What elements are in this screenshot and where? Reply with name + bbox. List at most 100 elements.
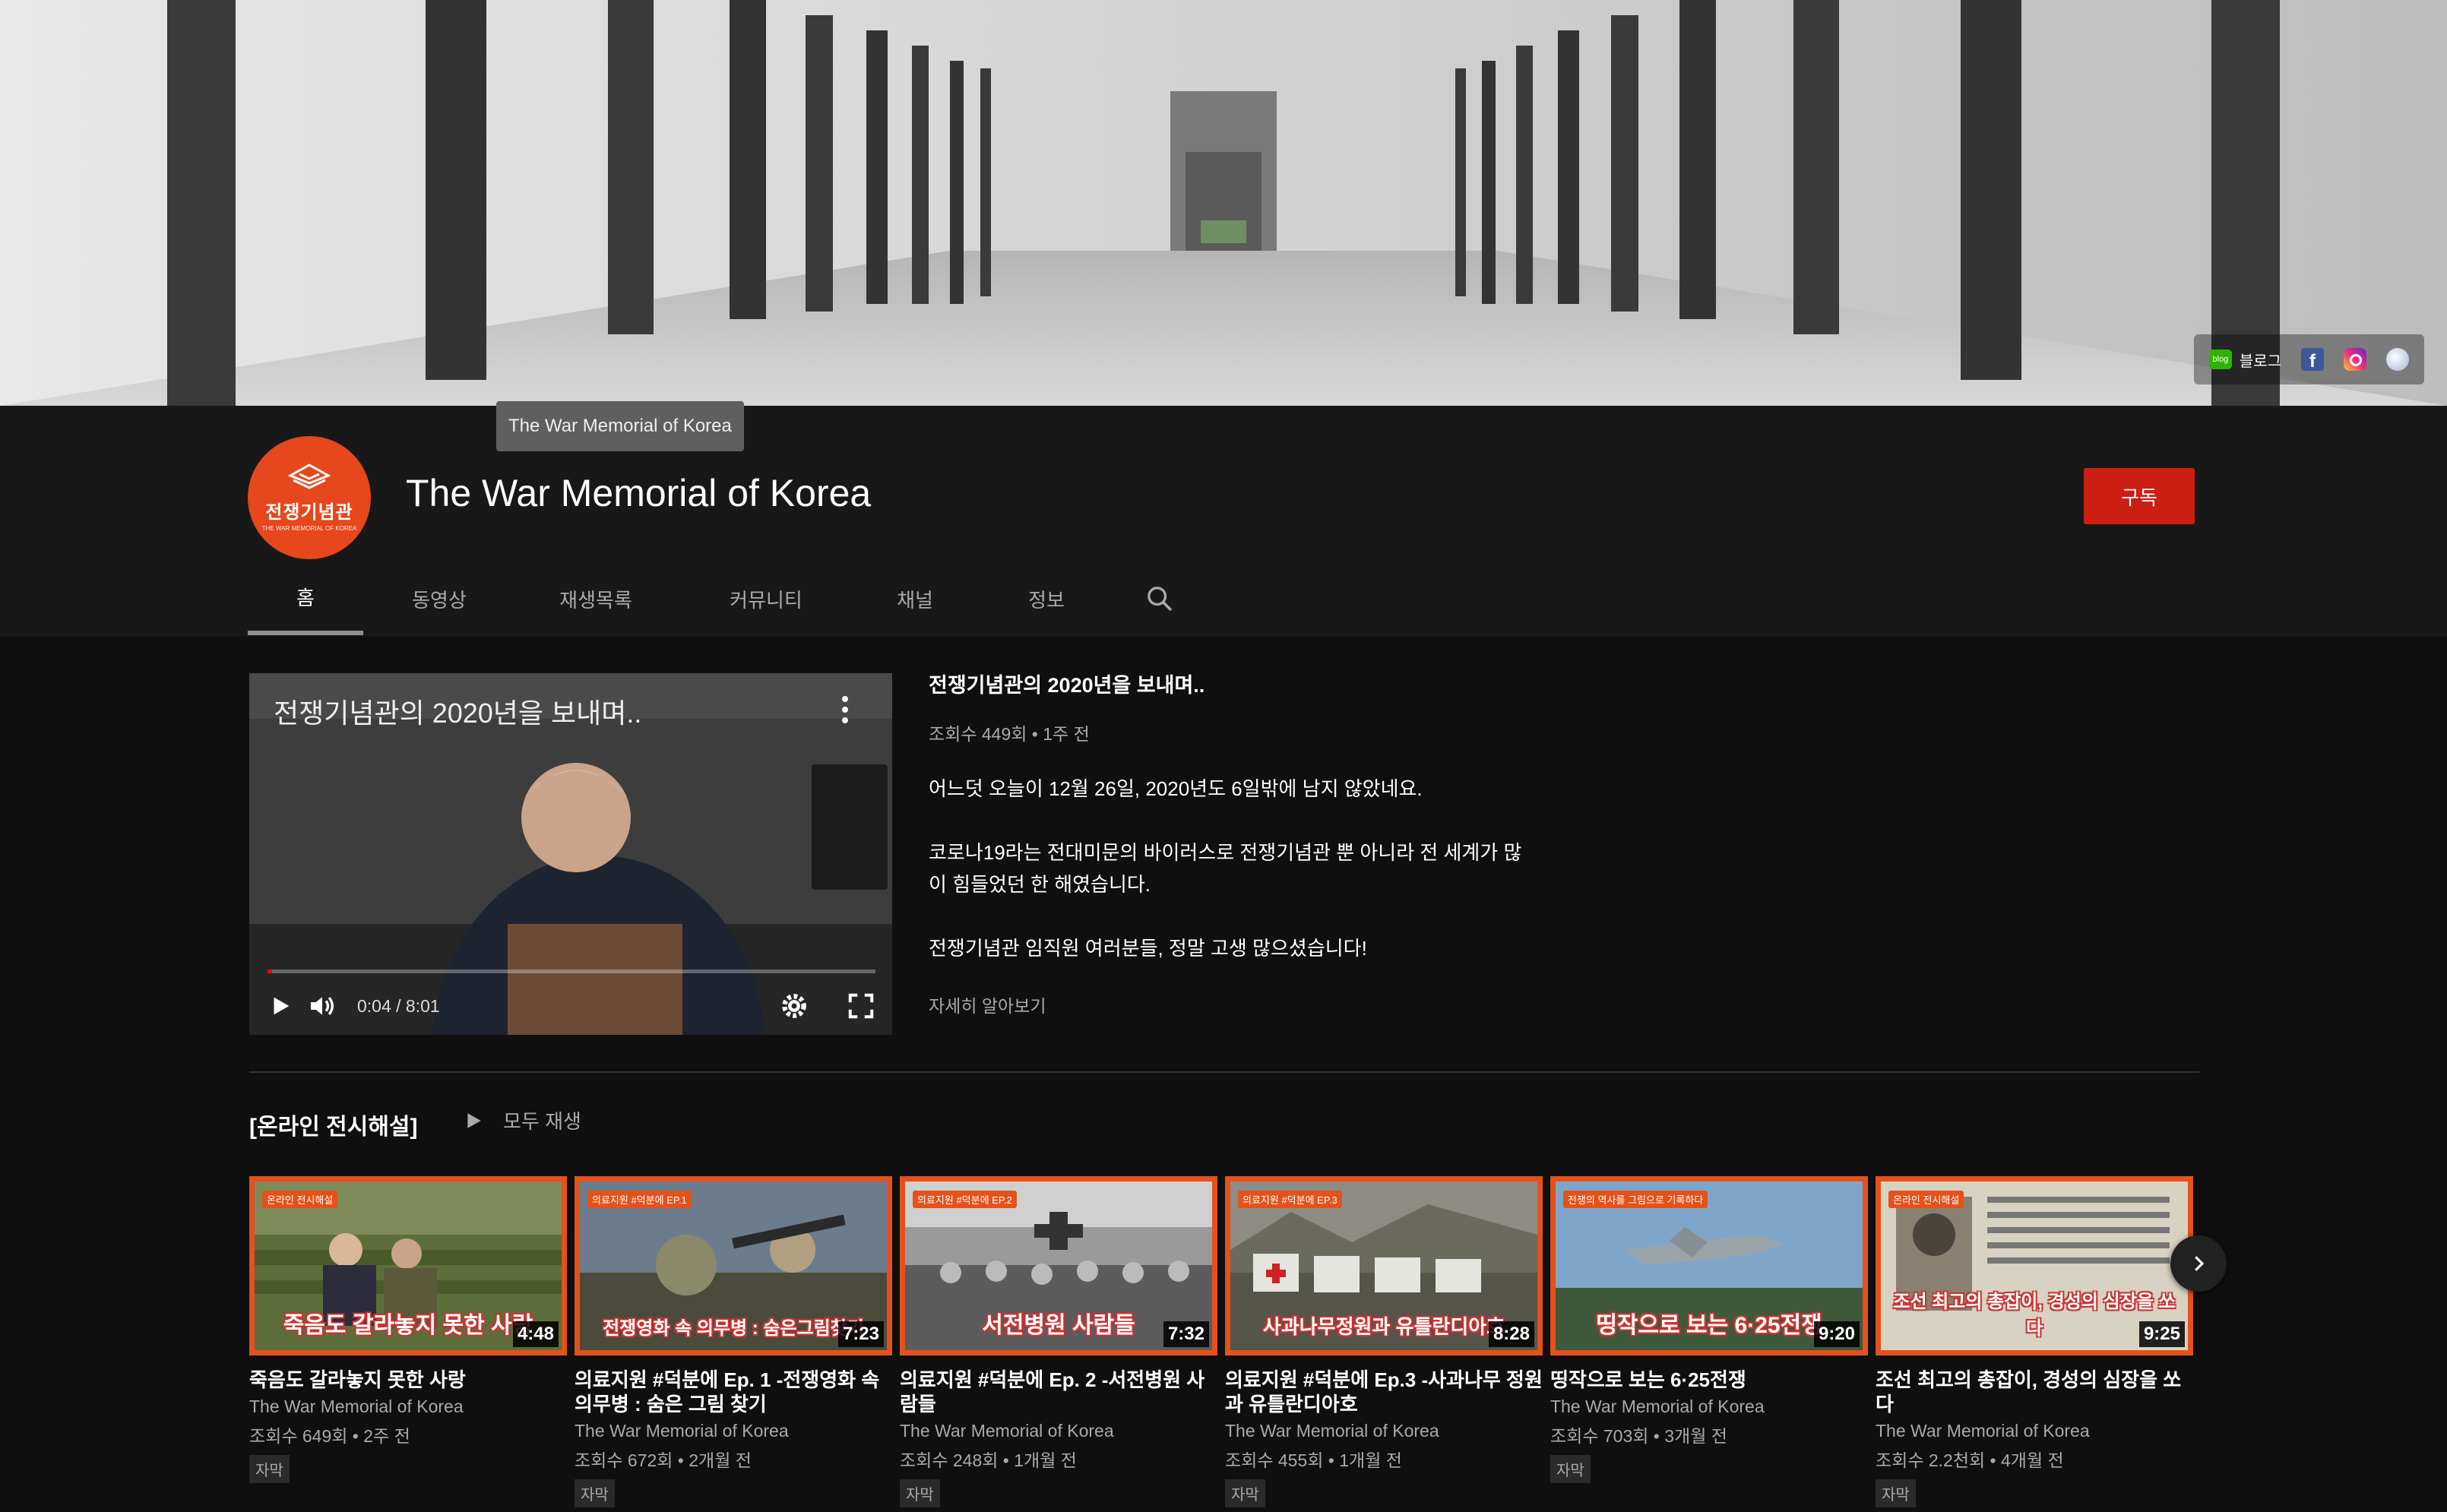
video-title[interactable]: 의료지원 #덕분에 Ep. 1 -전쟁영화 속 의무병 : 숨은 그림 찾기 [575, 1368, 892, 1416]
player-controls: 0:04 / 8:01 [267, 985, 875, 1027]
thumbnail-headline: 띵작으로 보는 6·25전쟁 [1596, 1313, 1822, 1338]
video-card[interactable]: 의료지원 #덕분에 EP.2 서전병원 사람들 7:32 의료지원 #덕분에 E… [900, 1176, 1217, 1507]
channel-tabs: 홈 동영상 재생목록 커뮤니티 채널 정보 [248, 562, 1182, 635]
video-duration: 9:20 [1813, 1321, 1860, 1347]
video-card[interactable]: 의료지원 #덕분에 EP.3 사과나무정원과 유틀란디아호 8:28 의료지원 … [1225, 1176, 1543, 1507]
tab-about[interactable]: 정보 [974, 562, 1119, 635]
featured-video-description: 어느덧 오늘이 12월 26일, 2020년도 6일밖에 남지 않았네요. 코로… [929, 777, 1522, 960]
tab-channels[interactable]: 채널 [856, 562, 974, 635]
subscribe-button[interactable]: 구독 [2084, 468, 2195, 524]
video-title[interactable]: 의료지원 #덕분에 Ep. 2 -서전병원 사람들 [900, 1368, 1217, 1416]
tab-search[interactable] [1137, 562, 1182, 635]
video-duration: 7:32 [1163, 1321, 1209, 1347]
video-meta: 조회수 248회 • 1개월 전 [900, 1450, 1077, 1470]
search-icon [1148, 587, 1173, 612]
video-meta: 조회수 2.2천회 • 4개월 전 [1876, 1450, 2064, 1470]
video-card[interactable]: 의료지원 #덕분에 EP.1 전쟁영화 속 의무병 : 숨은그림찾기 7:23 … [575, 1176, 892, 1507]
thumbnail-headline: 서전병원 사람들 [982, 1313, 1135, 1338]
tab-community[interactable]: 커뮤니티 [676, 562, 856, 635]
thumbnail-headline: 조선 최고의 총잡이, 경성의 심장을 쏘다 [1893, 1292, 2176, 1339]
video-thumbnail[interactable]: 의료지원 #덕분에 EP.3 사과나무정원과 유틀란디아호 8:28 [1225, 1176, 1543, 1355]
banner-links: blog 블로그 f [2193, 334, 2424, 384]
thumbnail-tag: 의료지원 #덕분에 EP.2 [913, 1191, 1017, 1208]
video-channel[interactable]: The War Memorial of Korea [575, 1421, 892, 1441]
caption-badge: 자막 [1550, 1455, 1591, 1483]
player-progress-bar[interactable] [267, 970, 875, 973]
play-all-button[interactable]: 모두 재생 [464, 1106, 581, 1134]
caption-badge: 자막 [249, 1455, 290, 1483]
fullscreen-icon[interactable] [847, 992, 875, 1020]
caption-badge: 자막 [575, 1479, 615, 1507]
facebook-icon[interactable]: f [2301, 348, 2324, 371]
video-duration: 8:28 [1488, 1321, 1534, 1347]
video-title[interactable]: 죽음도 갈라놓지 못한 사랑 [249, 1368, 567, 1392]
caption-badge: 자막 [1876, 1479, 1916, 1507]
video-thumbnail[interactable]: 온라인 전시해설 조선 최고의 총잡이, 경성의 심장을 쏘다 9:25 [1876, 1176, 2193, 1355]
video-channel[interactable]: The War Memorial of Korea [1225, 1421, 1543, 1441]
video-thumbnail[interactable]: 의료지원 #덕분에 EP.2 서전병원 사람들 7:32 [900, 1176, 1217, 1355]
thumbnail-headline: 사과나무정원과 유틀란디아호 [1262, 1315, 1505, 1338]
video-thumbnail[interactable]: 의료지원 #덕분에 EP.1 전쟁영화 속 의무병 : 숨은그림찾기 7:23 [575, 1176, 892, 1355]
featured-video-title[interactable]: 전쟁기념관의 2020년을 보내며.. [929, 669, 1552, 698]
featured-video-player[interactable]: 전쟁기념관의 2020년을 보내며.. 0:04 / 8:01 [249, 673, 892, 1035]
video-shelf: 온라인 전시해설 죽음도 갈라놓지 못한 사랑 4:48 죽음도 갈라놓지 못한… [249, 1176, 2193, 1507]
video-meta: 조회수 455회 • 1개월 전 [1225, 1450, 1402, 1470]
thumbnail-headline: 죽음도 갈라놓지 못한 사랑 [283, 1313, 533, 1338]
thumbnail-tag: 온라인 전시해설 [1888, 1191, 1964, 1208]
video-title[interactable]: 띵작으로 보는 6·25전쟁 [1550, 1368, 1868, 1392]
shelf-next-button[interactable] [2170, 1235, 2227, 1292]
play-icon[interactable] [267, 993, 293, 1019]
video-title[interactable]: 의료지원 #덕분에 Ep.3 -사과나무 정원과 유틀란디아호 [1225, 1368, 1543, 1416]
thumbnail-tag: 전쟁의 역사를 그림으로 기록하다 [1563, 1191, 1708, 1208]
more-options-icon[interactable] [842, 696, 850, 728]
video-meta: 조회수 649회 • 2주 전 [249, 1426, 410, 1446]
video-channel[interactable]: The War Memorial of Korea [900, 1421, 1217, 1441]
video-thumbnail[interactable]: 전쟁의 역사를 그림으로 기록하다 띵작으로 보는 6·25전쟁 9:20 [1550, 1176, 1868, 1355]
section-divider [249, 1071, 2199, 1073]
featured-video-info: 전쟁기념관의 2020년을 보내며.. 조회수 449회 • 1주 전 어느덧 … [929, 669, 1552, 1017]
website-icon[interactable] [2386, 348, 2409, 371]
tab-videos[interactable]: 동영상 [363, 562, 515, 635]
read-more-link[interactable]: 자세히 알아보기 [929, 992, 1552, 1017]
caption-badge: 자막 [900, 1479, 940, 1507]
player-progress-fill [267, 970, 273, 973]
settings-gear-icon[interactable] [780, 992, 809, 1020]
video-meta: 조회수 703회 • 3개월 전 [1550, 1426, 1727, 1446]
shelf-title[interactable]: [온라인 전시해설] [249, 1108, 418, 1141]
player-time: 0:04 / 8:01 [357, 995, 440, 1016]
channel-avatar[interactable]: 전쟁기념관 THE WAR MEMORIAL OF KOREA [248, 436, 371, 559]
instagram-icon[interactable] [2344, 348, 2366, 371]
video-duration: 7:23 [837, 1321, 884, 1347]
video-channel[interactable]: The War Memorial of Korea [1550, 1397, 1868, 1417]
avatar-title: 전쟁기념관 [265, 502, 353, 523]
tab-playlists[interactable]: 재생목록 [515, 562, 676, 635]
play-all-label: 모두 재생 [503, 1110, 581, 1133]
video-thumbnail[interactable]: 온라인 전시해설 죽음도 갈라놓지 못한 사랑 4:48 [249, 1176, 567, 1355]
thumbnail-headline: 전쟁영화 속 의무병 : 숨은그림찾기 [603, 1318, 864, 1339]
video-meta: 조회수 672회 • 2개월 전 [575, 1450, 752, 1470]
video-card[interactable]: 온라인 전시해설 죽음도 갈라놓지 못한 사랑 4:48 죽음도 갈라놓지 못한… [249, 1176, 567, 1507]
video-duration: 9:25 [2138, 1321, 2185, 1347]
thumbnail-tag: 의료지원 #덕분에 EP.1 [587, 1191, 692, 1208]
channel-name: The War Memorial of Korea [406, 472, 872, 514]
channel-name-tooltip: The War Memorial of Korea [496, 401, 744, 451]
video-channel[interactable]: The War Memorial of Korea [1876, 1421, 2193, 1441]
blog-icon: blog [2208, 350, 2232, 369]
avatar-subtitle: THE WAR MEMORIAL OF KOREA [261, 525, 357, 532]
video-title[interactable]: 조선 최고의 총잡이, 경성의 심장을 쏘다 [1876, 1368, 2193, 1416]
featured-video-meta: 조회수 449회 • 1주 전 [929, 724, 1090, 744]
thumbnail-tag: 온라인 전시해설 [262, 1191, 338, 1208]
memorial-logo-icon [287, 463, 331, 489]
channel-banner: blog 블로그 f [0, 0, 2447, 406]
video-channel[interactable]: The War Memorial of Korea [249, 1397, 567, 1417]
banner-image [0, 0, 2447, 406]
tab-home[interactable]: 홈 [248, 562, 363, 635]
banner-link-blog-label: 블로그 [2239, 353, 2281, 370]
video-card[interactable]: 전쟁의 역사를 그림으로 기록하다 띵작으로 보는 6·25전쟁 9:20 띵작… [1550, 1176, 1868, 1507]
thumbnail-tag: 의료지원 #덕분에 EP.3 [1238, 1191, 1342, 1208]
banner-link-blog[interactable]: blog 블로그 [2208, 349, 2281, 371]
player-video-title: 전쟁기념관의 2020년을 보내며.. [274, 697, 642, 729]
player-controls-right [780, 992, 875, 1020]
volume-icon[interactable] [307, 991, 337, 1021]
video-card[interactable]: 온라인 전시해설 조선 최고의 총잡이, 경성의 심장을 쏘다 9:25 조선 … [1876, 1176, 2193, 1507]
